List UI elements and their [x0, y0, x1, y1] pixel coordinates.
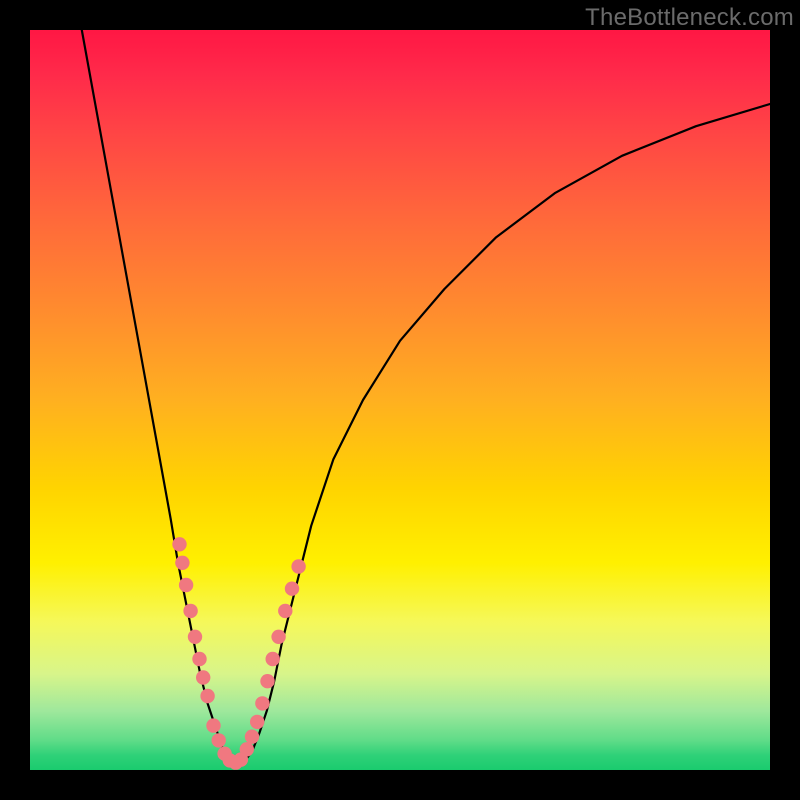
data-point	[200, 689, 214, 703]
chart-frame: TheBottleneck.com	[0, 0, 800, 800]
data-point	[172, 537, 186, 551]
data-point	[260, 674, 274, 688]
data-point	[196, 670, 210, 684]
data-point	[285, 582, 299, 596]
data-point	[271, 630, 285, 644]
data-point	[255, 696, 269, 710]
data-point	[250, 715, 264, 729]
data-points-group	[172, 537, 305, 770]
data-point	[183, 604, 197, 618]
chart-svg	[30, 30, 770, 770]
data-point	[188, 630, 202, 644]
bottleneck-curve	[82, 30, 770, 763]
data-point	[192, 652, 206, 666]
data-point	[179, 578, 193, 592]
data-point	[206, 718, 220, 732]
plot-area	[30, 30, 770, 770]
data-point	[240, 742, 254, 756]
data-point	[266, 652, 280, 666]
data-point	[291, 559, 305, 573]
data-point	[245, 730, 259, 744]
data-point	[278, 604, 292, 618]
watermark-text: TheBottleneck.com	[585, 4, 794, 32]
data-point	[175, 556, 189, 570]
data-point	[212, 733, 226, 747]
